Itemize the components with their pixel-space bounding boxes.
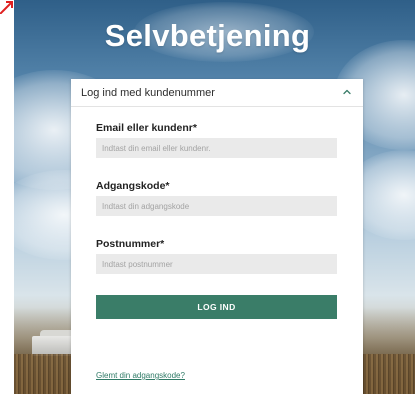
login-card: Log ind med kundenummer Email eller kund…	[71, 79, 363, 394]
email-label: Email eller kundenr*	[96, 122, 197, 134]
password-field[interactable]	[96, 196, 337, 216]
login-card-header-label: Log ind med kundenummer	[81, 87, 215, 99]
postcode-field[interactable]	[96, 254, 337, 274]
postcode-label: Postnummer*	[96, 238, 165, 250]
chevron-up-icon[interactable]	[341, 86, 353, 98]
login-card-header[interactable]: Log ind med kundenummer	[71, 79, 363, 107]
email-field[interactable]	[96, 138, 337, 158]
forgot-password-link[interactable]: Glemt din adgangskode?	[96, 371, 185, 380]
corner-arrow-icon	[0, 1, 13, 14]
login-button[interactable]: LOG IND	[96, 295, 337, 319]
password-label: Adgangskode*	[96, 180, 170, 192]
page-title: Selvbetjening	[104, 18, 311, 53]
